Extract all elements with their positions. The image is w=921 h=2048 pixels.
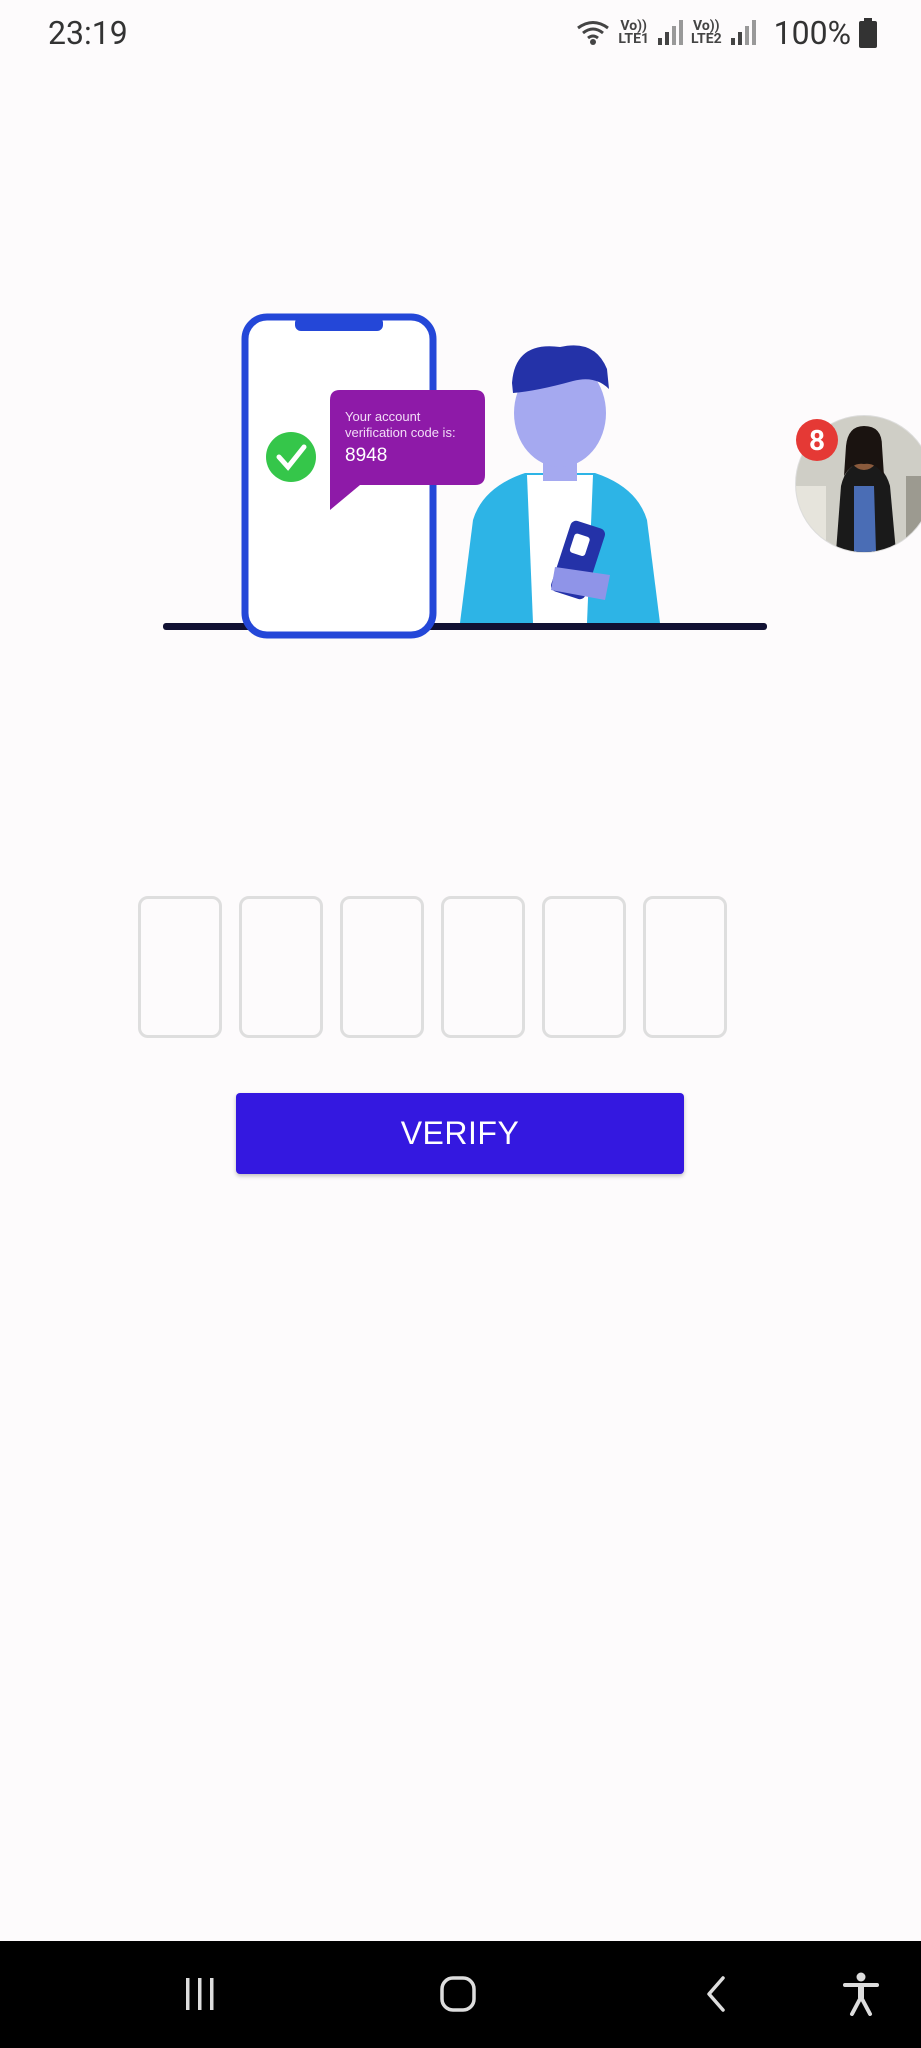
otp-input-row xyxy=(138,896,727,1038)
navigation-bar xyxy=(0,1941,921,2048)
signal-icon xyxy=(658,20,683,45)
network-2-type: LTE2 xyxy=(691,31,722,47)
recent-apps-icon xyxy=(186,1978,214,2010)
chat-head-bubble[interactable]: 8 xyxy=(795,415,921,555)
otp-digit-1[interactable] xyxy=(138,896,222,1038)
accessibility-button[interactable] xyxy=(831,1969,891,2019)
check-icon xyxy=(266,432,316,482)
status-time: 23:19 xyxy=(48,14,128,52)
otp-digit-6[interactable] xyxy=(643,896,727,1038)
back-button[interactable] xyxy=(686,1969,746,2019)
accessibility-icon xyxy=(843,1972,879,2016)
signal-icon xyxy=(730,20,756,45)
network-label-2: Vo)) LTE2 xyxy=(691,19,722,47)
battery-icon xyxy=(859,18,877,48)
phone-notch xyxy=(295,317,383,331)
otp-digit-4[interactable] xyxy=(441,896,525,1038)
back-icon xyxy=(707,1976,725,2012)
notification-badge: 8 xyxy=(796,419,838,461)
home-icon xyxy=(440,1976,476,2012)
sms-code: 8948 xyxy=(345,445,387,466)
network-1-type: LTE1 xyxy=(618,31,649,47)
battery-percent: 100% xyxy=(773,14,851,52)
recent-apps-button[interactable] xyxy=(170,1969,230,2019)
status-indicators: Vo)) LTE1 Vo)) LTE2 100% xyxy=(576,14,877,52)
otp-digit-5[interactable] xyxy=(542,896,626,1038)
status-bar: 23:19 Vo)) LTE1 Vo)) LTE2 100% xyxy=(0,0,921,70)
home-button[interactable] xyxy=(428,1969,488,2019)
otp-digit-3[interactable] xyxy=(340,896,424,1038)
wifi-icon xyxy=(577,21,610,45)
otp-digit-2[interactable] xyxy=(239,896,323,1038)
sms-line-2: verification code is: xyxy=(345,425,456,440)
verification-illustration: Your account verification code is: 8948 xyxy=(163,313,767,639)
sms-line-1: Your account xyxy=(345,409,421,424)
network-label-1: Vo)) LTE1 xyxy=(618,19,649,47)
verify-button[interactable]: VERIFY xyxy=(236,1093,684,1174)
